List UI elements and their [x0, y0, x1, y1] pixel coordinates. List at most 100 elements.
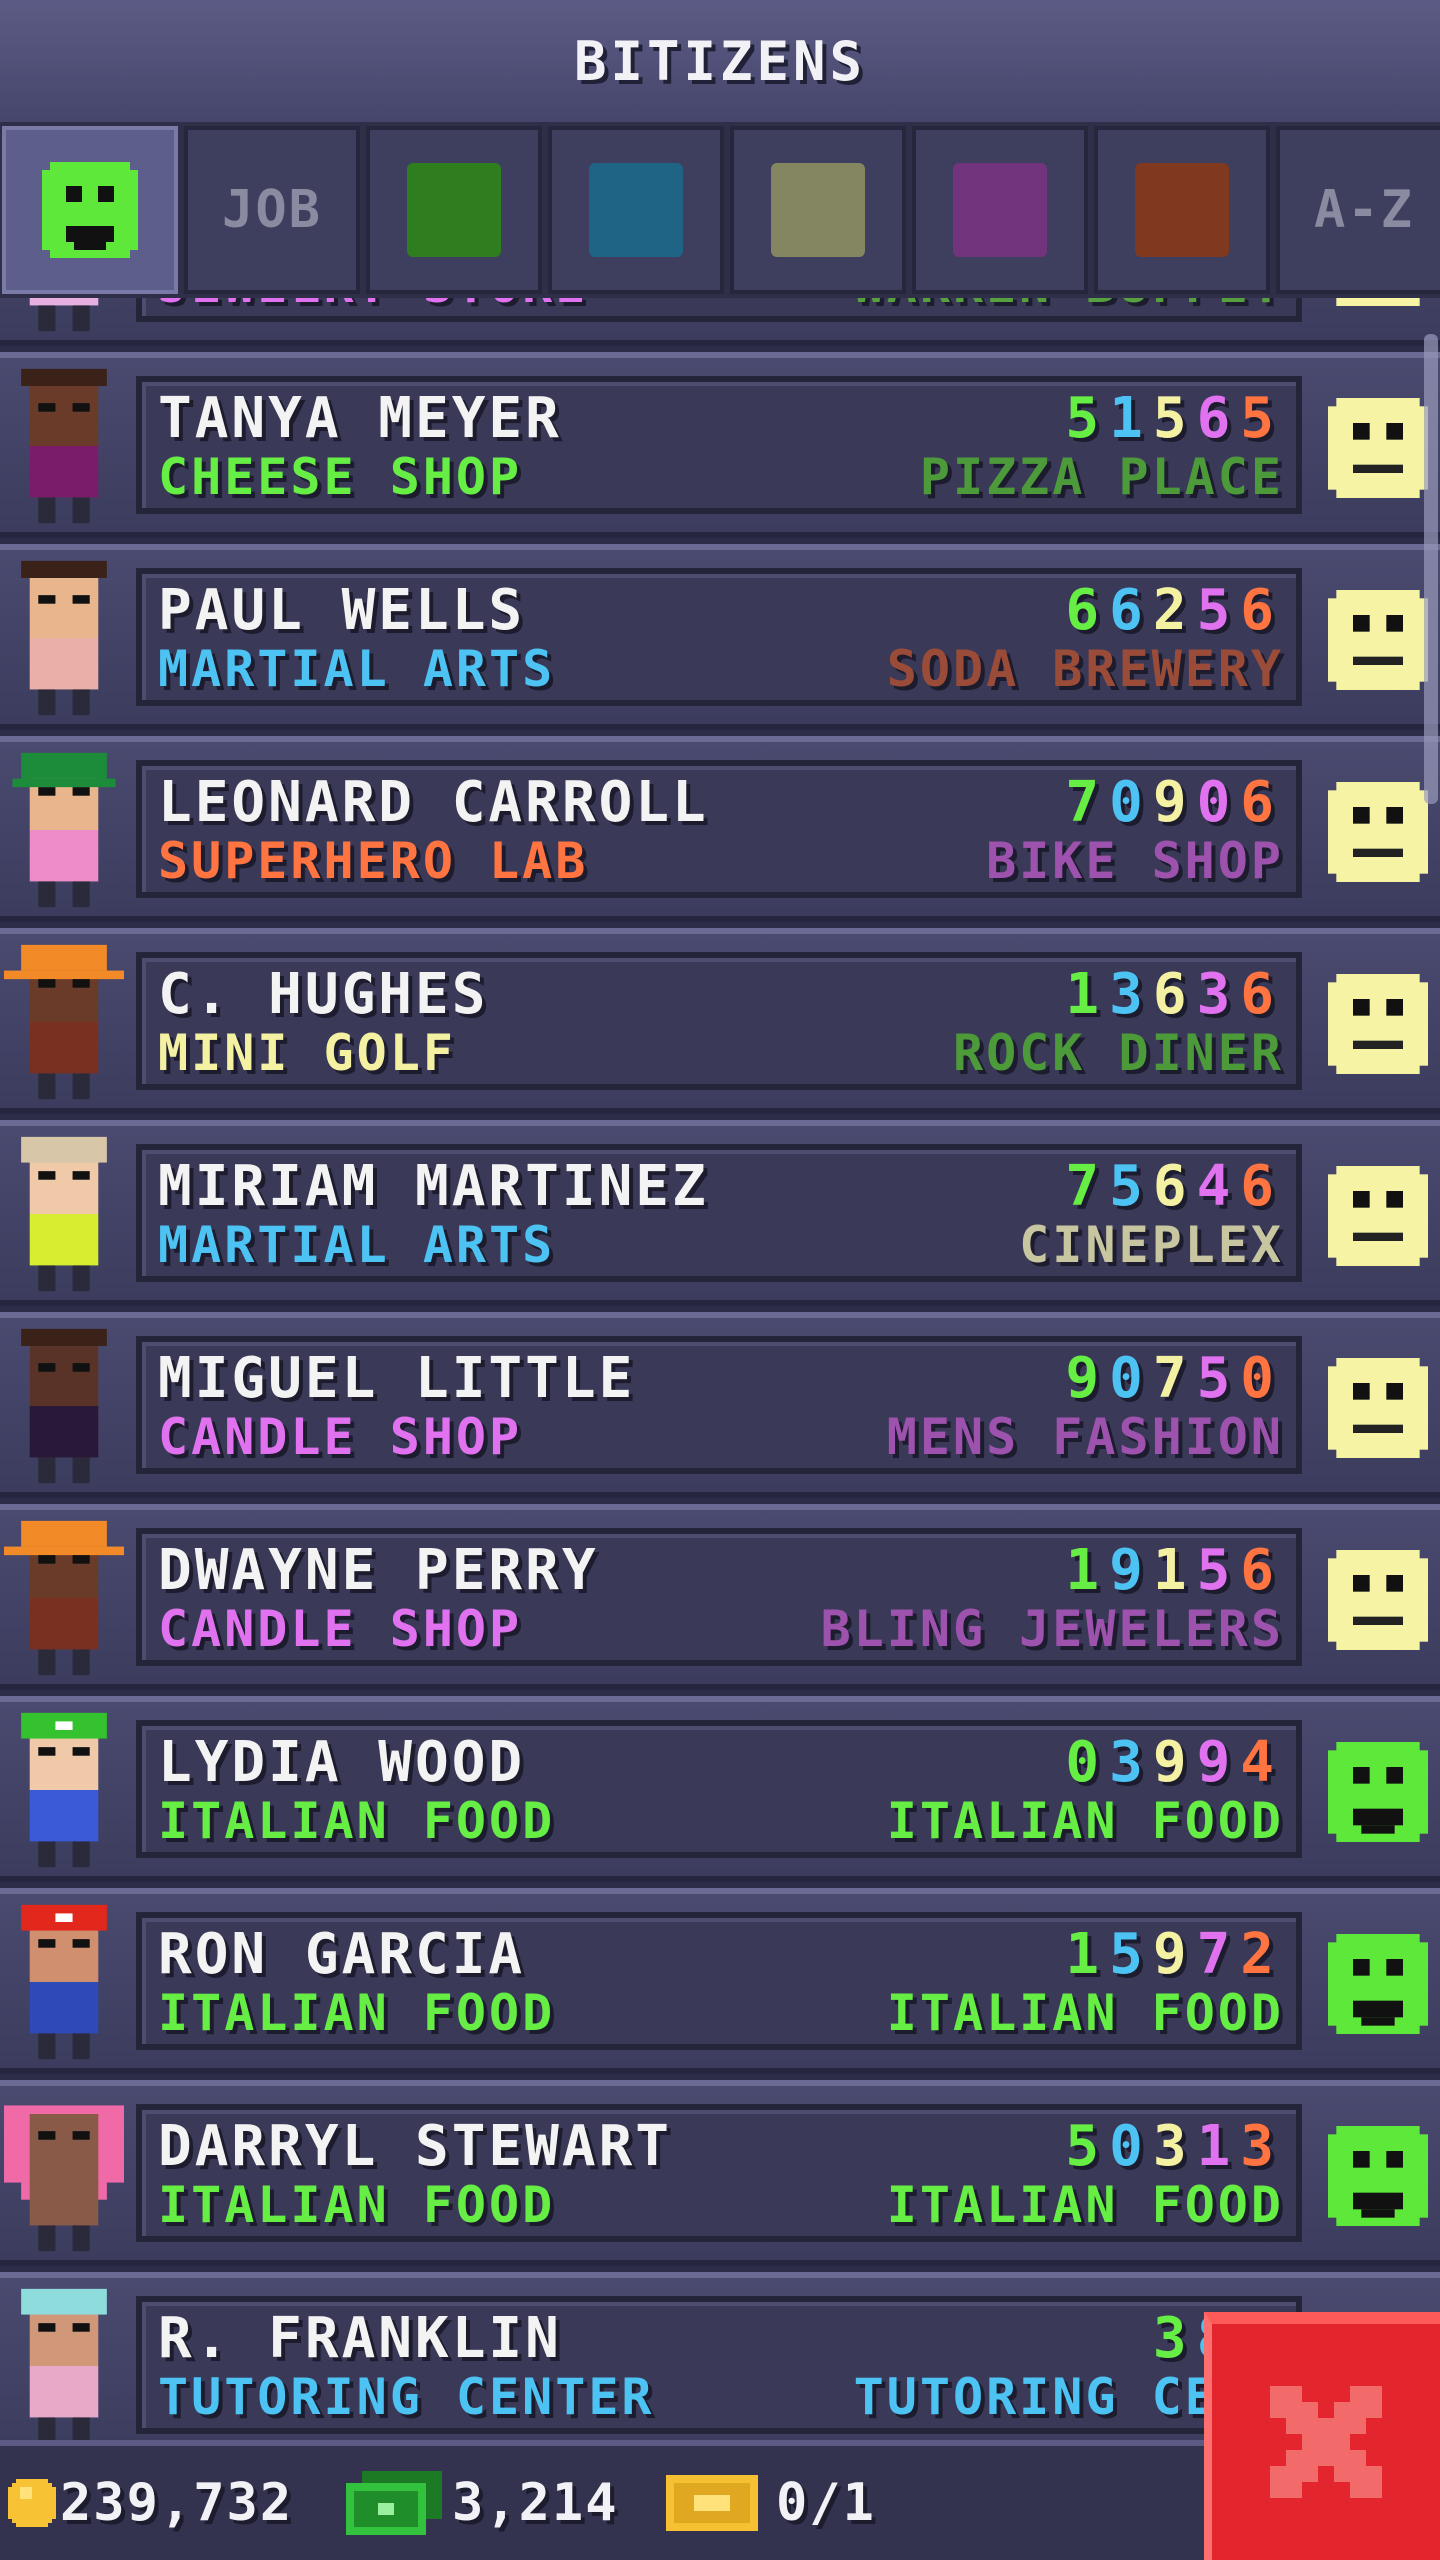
close-icon	[1270, 2386, 1382, 2498]
bitizen-job: TUTORING CENTER	[158, 2368, 655, 2426]
avatar	[4, 2096, 124, 2252]
skill-digit: 3	[1152, 2114, 1197, 2179]
bitizen-dream-job: ITALIAN FOOD	[886, 1984, 1284, 2042]
skill-digit: 5	[1065, 386, 1110, 451]
scrollbar[interactable]	[1424, 334, 1438, 804]
mood-face	[1328, 590, 1428, 690]
bitizen-list[interactable]: JEWELRY STORE WARREN BUFFET TANYA MEYERCHE…	[0, 298, 1440, 2440]
close-button[interactable]	[1204, 2312, 1440, 2560]
bitizen-skill-digits: 70906	[1065, 770, 1284, 835]
bitizen-job: MARTIAL ARTS	[158, 640, 556, 698]
mood-face	[1328, 1742, 1428, 1842]
bitizen-skill-digits: 75646	[1065, 1154, 1284, 1219]
skill-digit: 6	[1240, 962, 1284, 1027]
happy-face-icon	[1328, 2126, 1428, 2226]
bitizen-row[interactable]: TANYA MEYER CHEESE SHOP 51565 PIZZA PLACE	[0, 352, 1440, 538]
bitizen-row[interactable]: RON GARCIA ITALIAN FOOD 15972 ITALIAN FOOD	[0, 1888, 1440, 2074]
coins-counter: 239,732	[4, 2446, 293, 2560]
bitizen-row[interactable]: DWAYNE PERRY CANDLE SHOP 19156 BLING JEWELE…	[0, 1504, 1440, 1690]
skill-digit: 0	[1065, 1730, 1110, 1795]
bitizen-row[interactable]: LYDIA WOOD ITALIAN FOOD 03994 ITALIAN FOOD	[0, 1696, 1440, 1882]
bitizen-row[interactable]: MIGUEL LITTLE CANDLE SHOP 90750 MENS FASHIO…	[0, 1312, 1440, 1498]
bitizen-dream-job: SODA BREWERY	[886, 640, 1284, 698]
bitizen-job: JEWELRY STORE	[158, 298, 588, 314]
skill-digit: 3	[1196, 962, 1241, 1027]
bitizen-skill-digits: 19156	[1065, 1538, 1284, 1603]
skill-digit: 4	[1240, 1730, 1284, 1795]
bitizen-card: LEONARD CARROLL SUPERHERO LAB 70906 BIKE SH…	[136, 760, 1302, 898]
tab-creative[interactable]	[1094, 126, 1270, 294]
bitizen-dream-job: BLING JEWELERS	[820, 1600, 1284, 1658]
bitizen-card: RON GARCIA ITALIAN FOOD 15972 ITALIAN FOOD	[136, 1912, 1302, 2050]
bitizen-job: MINI GOLF	[158, 1024, 456, 1082]
skill-digit: 0	[1196, 770, 1241, 835]
neutral-face-icon	[1328, 1358, 1428, 1458]
skill-digit: 4	[1196, 1154, 1241, 1219]
bitizen-row[interactable]: JEWELRY STORE WARREN BUFFET	[0, 298, 1440, 346]
tab-happiness[interactable]	[2, 126, 178, 294]
bitizen-row[interactable]: PAUL WELLS MARTIAL ARTS 66256 SODA BREWERY	[0, 544, 1440, 730]
bitizen-card: TANYA MEYER CHEESE SHOP 51565 PIZZA PLACE	[136, 376, 1302, 514]
skill-digit: 1	[1196, 2114, 1241, 2179]
avatar	[4, 1904, 124, 2060]
mood-face	[1328, 974, 1428, 1074]
skill-digit: 2	[1152, 578, 1197, 643]
category-swatch	[953, 163, 1047, 257]
bitizen-name: C. HUGHES	[158, 962, 489, 1027]
bitizen-name: MIGUEL LITTLE	[158, 1346, 636, 1411]
bitizen-name: LYDIA WOOD	[158, 1730, 526, 1795]
bitizen-name: MIRIAM MARTINEZ	[158, 1154, 709, 1219]
skill-digit: 9	[1109, 1538, 1153, 1603]
bitizen-card: LYDIA WOOD ITALIAN FOOD 03994 ITALIAN FOOD	[136, 1720, 1302, 1858]
avatar	[4, 1520, 124, 1676]
bitizen-card: DWAYNE PERRY CANDLE SHOP 19156 BLING JEWELE…	[136, 1528, 1302, 1666]
bitizen-row[interactable]: LEONARD CARROLL SUPERHERO LAB 70906 BIKE SH…	[0, 736, 1440, 922]
skill-digit: 5	[1109, 1922, 1153, 1987]
bitizen-job: ITALIAN FOOD	[158, 1792, 556, 1850]
mood-face	[1328, 1550, 1428, 1650]
neutral-face-icon	[1328, 398, 1428, 498]
avatar	[4, 298, 124, 332]
tab-job[interactable]: JOB	[184, 126, 360, 294]
tab-retail[interactable]	[912, 126, 1088, 294]
bitizen-row[interactable]: MIRIAM MARTINEZ MARTIAL ARTS 75646 CINEPLEX	[0, 1120, 1440, 1306]
bitizen-card: DARRYL STEWART ITALIAN FOOD 50313 ITALIAN F…	[136, 2104, 1302, 2242]
category-swatch	[589, 163, 683, 257]
bitizen-skill-digits: 90750	[1065, 1346, 1284, 1411]
bitizen-name: PAUL WELLS	[158, 578, 526, 643]
tab-service[interactable]	[548, 126, 724, 294]
skill-digit: 2	[1240, 1922, 1284, 1987]
mood-face	[1328, 398, 1428, 498]
coins-value: 239,732	[60, 2473, 294, 2533]
skill-digit: 7	[1065, 1154, 1110, 1219]
skill-digit: 3	[1109, 1730, 1153, 1795]
bitizen-dream-job: ROCK DINER	[952, 1024, 1284, 1082]
bitizen-avatar	[4, 2105, 124, 2252]
tab-label: JOB	[222, 180, 322, 240]
bitizen-dream-job: MENS FASHION	[886, 1408, 1284, 1466]
bitizen-card: MIRIAM MARTINEZ MARTIAL ARTS 75646 CINEPLEX	[136, 1144, 1302, 1282]
bitizen-row[interactable]: DARRYL STEWART ITALIAN FOOD 50313 ITALIAN F…	[0, 2080, 1440, 2266]
skill-digit: 0	[1109, 2114, 1153, 2179]
tab-az[interactable]: A-Z	[1276, 126, 1440, 294]
category-swatch	[407, 163, 501, 257]
bitizen-card: JEWELRY STORE WARREN BUFFET	[136, 298, 1302, 322]
bitizen-skill-digits: 13636	[1065, 962, 1284, 1027]
tickets-counter: 0/1	[666, 2446, 876, 2560]
mood-face	[1328, 2126, 1428, 2226]
bitizen-name: RON GARCIA	[158, 1922, 526, 1987]
bitizen-avatar	[4, 1520, 124, 1676]
bitizen-skill-digits: 50313	[1065, 2114, 1284, 2179]
skill-digit: 5	[1196, 1538, 1241, 1603]
bitizen-row[interactable]: C. HUGHES MINI GOLF 13636 ROCK DINER	[0, 928, 1440, 1114]
bitizen-avatar	[21, 560, 107, 716]
tab-recreation[interactable]	[730, 126, 906, 294]
bitizen-job: ITALIAN FOOD	[158, 2176, 556, 2234]
bitizen-name: DWAYNE PERRY	[158, 1538, 599, 1603]
bitizen-name: TANYA MEYER	[158, 386, 562, 451]
sort-tab-bar: JOB A-Z	[0, 122, 1440, 298]
bitizen-avatar	[21, 1904, 107, 2060]
skill-digit: 6	[1152, 1154, 1197, 1219]
tab-food[interactable]	[366, 126, 542, 294]
skill-digit: 9	[1152, 770, 1197, 835]
